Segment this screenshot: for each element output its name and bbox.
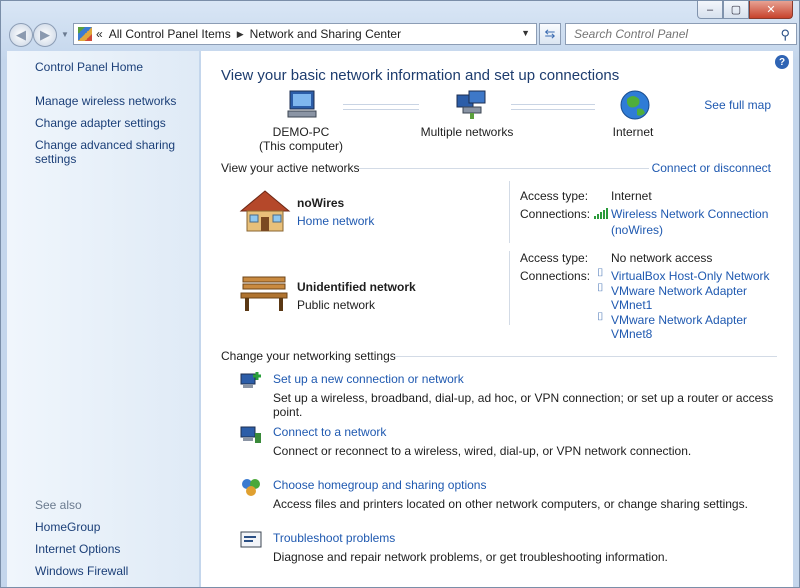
sidebar: Control Panel Home Manage wireless netwo… [7, 51, 199, 587]
search-icon[interactable]: ⚲ [780, 27, 790, 43]
networks-icon[interactable] [455, 89, 489, 121]
minimize-button[interactable]: ‒ [697, 1, 723, 19]
refresh-icon: ⇆ [544, 26, 556, 41]
computer-subtitle: (This computer) [258, 139, 344, 153]
virtualbox-connection-link[interactable]: VirtualBox Host-Only Network [611, 269, 770, 283]
page-title: View your basic network information and … [221, 67, 620, 84]
internet-globe-icon[interactable] [619, 89, 651, 121]
multiple-networks-label: Multiple networks [420, 125, 514, 139]
help-icon[interactable]: ? [775, 55, 789, 69]
control-panel-icon [78, 27, 92, 41]
home-network-link[interactable]: Home network [297, 214, 374, 228]
access-type-value: No network access [611, 251, 713, 265]
connections-label: Connections: [520, 207, 591, 221]
address-bar[interactable]: « All Control Panel Items ▶ Network and … [73, 23, 537, 45]
maximize-button[interactable]: ▢ [723, 1, 749, 19]
section-divider [393, 356, 777, 357]
homegroup-link[interactable]: HomeGroup [35, 520, 100, 534]
back-button[interactable]: ◀ [9, 23, 33, 47]
search-input[interactable] [566, 26, 776, 42]
troubleshoot-desc: Diagnose and repair network problems, or… [273, 550, 668, 564]
setup-connection-desc: Set up a wireless, broadband, dial-up, a… [273, 391, 774, 419]
ethernet-adapter-icon: ⌷ [597, 267, 604, 279]
address-dropdown-icon[interactable]: ▼ [521, 28, 530, 38]
setup-connection-link[interactable]: Set up a new connection or network [273, 372, 464, 386]
recent-pages-dropdown[interactable]: ▼ [61, 30, 69, 39]
public-network-bench-icon [240, 276, 288, 311]
homegroup-sharing-link[interactable]: Choose homegroup and sharing options [273, 478, 486, 492]
troubleshoot-link[interactable]: Troubleshoot problems [273, 531, 395, 545]
vmnet8-connection-link[interactable]: VMware Network Adapter [611, 313, 747, 327]
search-box[interactable]: ⚲ [565, 23, 797, 45]
connect-or-disconnect-link[interactable]: Connect or disconnect [652, 161, 771, 175]
control-panel-home-link[interactable]: Control Panel Home [35, 60, 143, 74]
change-advanced-sharing-link[interactable]: Change advanced sharing settings [35, 138, 185, 166]
breadcrumb-separator-icon[interactable]: ▶ [237, 29, 244, 40]
connect-to-network-link[interactable]: Connect to a network [273, 425, 386, 439]
ethernet-adapter-icon: ⌷ [597, 311, 604, 323]
map-link-line [511, 104, 595, 110]
change-adapter-settings-link[interactable]: Change adapter settings [35, 116, 166, 130]
network-divider [509, 181, 510, 243]
window: ‒ ▢ ✕ ◀ ▶ ▼ « All Control Panel Items ▶ … [0, 0, 800, 588]
wireless-connection-ssid[interactable]: (noWires) [611, 223, 663, 237]
close-button[interactable]: ✕ [749, 1, 793, 19]
map-link-line [343, 104, 419, 110]
see-also-heading: See also [35, 498, 82, 512]
vmnet1-connection-link[interactable]: VMware Network Adapter [611, 284, 747, 298]
computer-icon[interactable] [285, 89, 319, 121]
connect-network-icon [240, 426, 261, 443]
main-content: ? View your basic network information an… [201, 51, 793, 587]
forward-button[interactable]: ▶ [33, 23, 57, 47]
new-connection-icon [240, 372, 261, 388]
title-buttons: ‒ ▢ ✕ [697, 1, 793, 19]
manage-wireless-networks-link[interactable]: Manage wireless networks [35, 94, 176, 108]
computer-name: DEMO-PC [272, 125, 330, 139]
connect-to-network-desc: Connect or reconnect to a wireless, wire… [273, 444, 692, 458]
navigation-bar: ◀ ▶ ▼ « All Control Panel Items ▶ Networ… [7, 23, 797, 47]
active-networks-heading: View your active networks [221, 161, 360, 175]
breadcrumb-network-center[interactable]: Network and Sharing Center [250, 27, 401, 41]
network-name-unidentified: Unidentified network [297, 280, 416, 294]
wireless-signal-icon [594, 208, 608, 219]
change-settings-heading: Change your networking settings [221, 349, 396, 363]
access-type-label: Access type: [520, 189, 589, 203]
access-type-label: Access type: [520, 251, 589, 265]
vmnet1-connection-name[interactable]: VMnet1 [611, 298, 652, 312]
access-type-value: Internet [611, 189, 652, 203]
refresh-button[interactable]: ⇆ [539, 23, 561, 45]
connections-label: Connections: [520, 269, 591, 283]
breadcrumb-overflow[interactable]: « [96, 27, 103, 41]
windows-firewall-link[interactable]: Windows Firewall [35, 564, 128, 578]
forward-arrow-icon: ▶ [40, 27, 50, 42]
homegroup-sharing-desc: Access files and printers located on oth… [273, 497, 748, 511]
public-network-label: Public network [297, 298, 376, 312]
breadcrumb-all-items[interactable]: All Control Panel Items [109, 27, 231, 41]
vmnet8-connection-name[interactable]: VMnet8 [611, 327, 652, 341]
internet-label: Internet [612, 125, 654, 139]
ethernet-adapter-icon: ⌷ [597, 282, 604, 294]
homegroup-icon [242, 479, 260, 496]
internet-options-link[interactable]: Internet Options [35, 542, 120, 556]
troubleshoot-icon [240, 531, 262, 548]
see-full-map-link[interactable]: See full map [704, 98, 771, 112]
home-network-icon [239, 190, 291, 232]
network-divider [509, 251, 510, 325]
back-arrow-icon: ◀ [16, 27, 26, 42]
section-divider [359, 168, 649, 169]
network-name-nowires: noWires [297, 196, 345, 210]
wireless-connection-link[interactable]: Wireless Network Connection [611, 207, 768, 221]
